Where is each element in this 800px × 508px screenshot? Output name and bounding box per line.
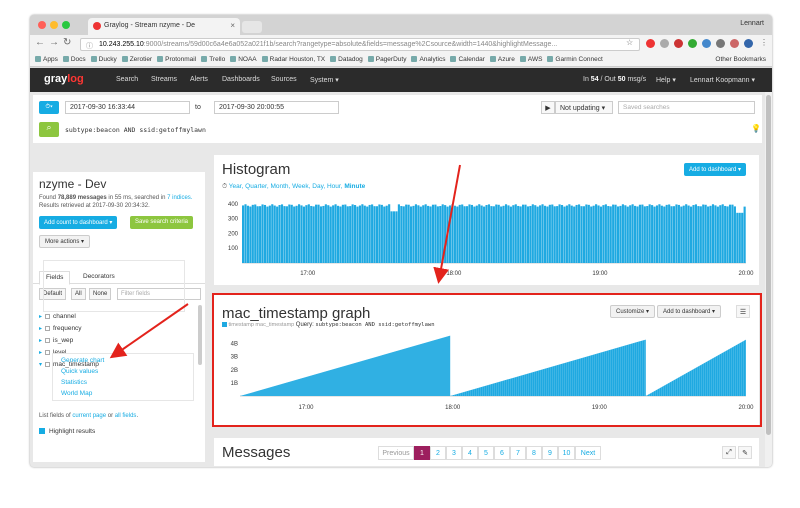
page-button[interactable]: 10 — [558, 446, 575, 460]
page-button[interactable]: 4 — [462, 446, 478, 460]
page-button[interactable]: 9 — [542, 446, 558, 460]
page-button[interactable]: 2 — [430, 446, 446, 460]
page-button[interactable]: 5 — [478, 446, 494, 460]
page-button[interactable]: 8 — [526, 446, 542, 460]
messages-panel: Messages Previous 1 2 3 4 5 6 7 8 9 10 Next ⤢ ✎ — [214, 438, 759, 466]
messages-title: Messages — [222, 444, 291, 461]
page-button[interactable]: 7 — [510, 446, 526, 460]
page-button[interactable]: 3 — [446, 446, 462, 460]
previous-page-button[interactable]: Previous — [378, 446, 414, 460]
annotation-arrows — [109, 164, 461, 359]
next-page-button[interactable]: Next — [575, 446, 601, 460]
annotation-arrow-down — [433, 164, 461, 284]
annotation-arrow-generate-chart — [109, 303, 189, 359]
edit-icon[interactable]: ✎ — [738, 446, 752, 459]
page-button[interactable]: 1 — [414, 446, 430, 460]
page-button[interactable]: 6 — [494, 446, 510, 460]
expand-icon[interactable]: ⤢ — [722, 446, 736, 459]
